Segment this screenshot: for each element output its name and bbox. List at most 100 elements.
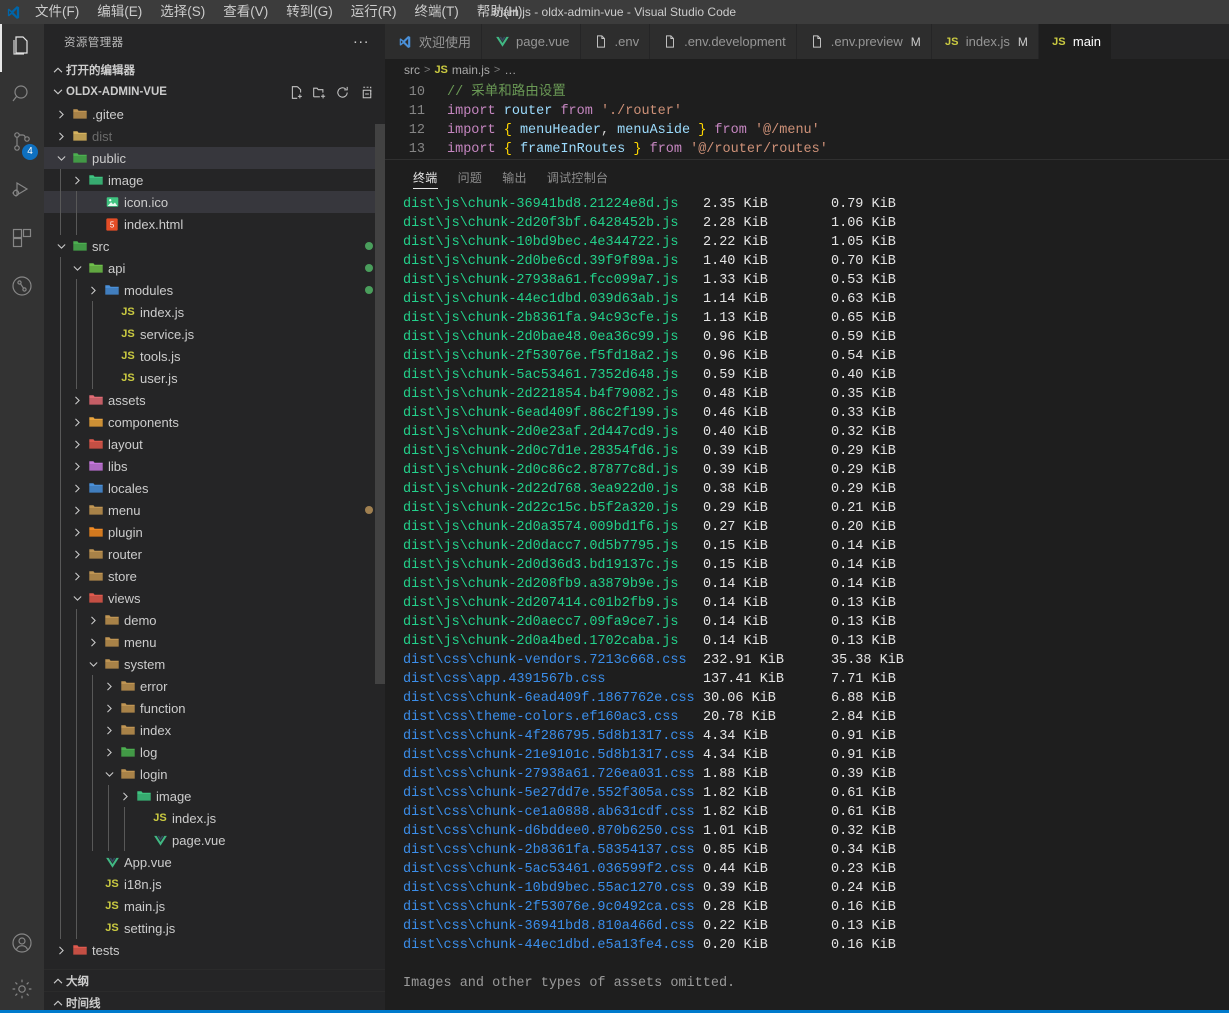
panel-tab-problems[interactable]: 问题 (448, 160, 493, 195)
indent-guide (92, 367, 93, 389)
sidebar-section-outline[interactable]: 大纲 (44, 969, 385, 991)
activity-source-control[interactable]: 4 (0, 120, 44, 168)
tree-item-plugin[interactable]: plugin (44, 521, 385, 543)
menu-view[interactable]: 查看(V) (214, 0, 277, 24)
tree-item-demo[interactable]: demo (44, 609, 385, 631)
menu-edit[interactable]: 编辑(E) (88, 0, 151, 24)
tree-item-public[interactable]: public (44, 147, 385, 169)
tree-item-image[interactable]: image (44, 169, 385, 191)
tree-item-label: menu (124, 634, 157, 650)
tree-item-error[interactable]: error (44, 675, 385, 697)
breadcrumb-ellipsis[interactable]: … (504, 63, 516, 77)
editor-tab-bar[interactable]: 欢迎使用 page.vue .env .env.development .env.pre… (385, 24, 1229, 59)
tree-item-menu[interactable]: menu (44, 631, 385, 653)
panel-tab-terminal[interactable]: 终端 (403, 160, 448, 195)
terminal-asset-row: dist\css\chunk-44ec1dbd.e5a13fe4.css 0.20… (403, 936, 1229, 955)
tab-env[interactable]: .env (580, 24, 651, 59)
tree-item-setting-js[interactable]: JS setting.js (44, 917, 385, 939)
tab-env-development[interactable]: .env.development (650, 24, 797, 59)
tree-item-index-js[interactable]: JS index.js (44, 807, 385, 829)
tree-item-views[interactable]: views (44, 587, 385, 609)
tree-item-app-vue[interactable]: App.vue (44, 851, 385, 873)
tab-page-vue[interactable]: page.vue (482, 24, 581, 59)
tree-item-login[interactable]: login (44, 763, 385, 785)
tree-item-log[interactable]: log (44, 741, 385, 763)
tree-item-locales[interactable]: locales (44, 477, 385, 499)
collapse-all-icon[interactable] (355, 82, 375, 102)
menu-file[interactable]: 文件(F) (26, 0, 88, 24)
activity-settings[interactable] (0, 969, 44, 1013)
menu-terminal[interactable]: 终端(T) (406, 0, 468, 24)
terminal-asset-row: dist\css\chunk-vendors.7213c668.css 232.9… (403, 651, 1229, 670)
indent-guide (76, 653, 77, 675)
menu-selection[interactable]: 选择(S) (151, 0, 214, 24)
tree-item-layout[interactable]: layout (44, 433, 385, 455)
tree-item-service-js[interactable]: JS service.js (44, 323, 385, 345)
activity-account[interactable] (0, 921, 44, 969)
tree-item-i18n-js[interactable]: JS i18n.js (44, 873, 385, 895)
tree-item-components[interactable]: components (44, 411, 385, 433)
tree-item-menu[interactable]: menu (44, 499, 385, 521)
tree-item-index-html[interactable]: 5 index.html (44, 213, 385, 235)
tree-item-assets[interactable]: assets (44, 389, 385, 411)
code-line: 11 import router from './router' (385, 102, 1229, 121)
indent-guide (60, 499, 61, 521)
folder-icon (86, 568, 106, 584)
new-folder-icon[interactable] (309, 82, 329, 102)
menu-help[interactable]: 帮助(H) (468, 0, 532, 24)
tree-item-main-js[interactable]: JS main.js (44, 895, 385, 917)
tree-item-index[interactable]: index (44, 719, 385, 741)
indent-guide (92, 301, 93, 323)
panel-tab-debug-console[interactable]: 调试控制台 (537, 160, 619, 195)
tree-item-page-vue[interactable]: page.vue (44, 829, 385, 851)
tree-item-libs[interactable]: libs (44, 455, 385, 477)
asset-file-path: dist\js\chunk-2d0c86c2.87877c8d.js (403, 463, 679, 478)
activity-run-debug[interactable] (0, 168, 44, 216)
breadcrumb[interactable]: src > JS main.js > … (385, 59, 1229, 81)
tree-item-api[interactable]: api (44, 257, 385, 279)
tab-main-js[interactable]: JS main (1038, 24, 1113, 59)
activity-gitlens[interactable] (0, 264, 44, 312)
tree-item-store[interactable]: store (44, 565, 385, 587)
tab-index-js[interactable]: JS index.js M (931, 24, 1039, 59)
menu-go[interactable]: 转到(G) (277, 0, 342, 24)
breadcrumb-file[interactable]: main.js (452, 63, 490, 77)
tree-item-label: plugin (108, 524, 143, 540)
tree-item-modules[interactable]: modules (44, 279, 385, 301)
menu-run[interactable]: 运行(R) (342, 0, 406, 24)
tree-item-user-js[interactable]: JS user.js (44, 367, 385, 389)
tree-item-tools-js[interactable]: JS tools.js (44, 345, 385, 367)
code-editor[interactable]: 10 // 采单和路由设置 11 import router from './rout… (385, 81, 1229, 159)
new-file-icon[interactable] (286, 82, 306, 102)
chevron-right-icon (68, 548, 86, 561)
activity-extensions[interactable] (0, 216, 44, 264)
tree-item-router[interactable]: router (44, 543, 385, 565)
panel-tab-bar[interactable]: 终端 问题 输出 调试控制台 (385, 160, 1229, 195)
sidebar-section-open-editors[interactable]: 打开的编辑器 (44, 59, 385, 81)
explorer-root-header[interactable]: OLDX-ADMIN-VUE (44, 81, 385, 103)
tree-item-src[interactable]: src (44, 235, 385, 257)
tree-item-icon-ico[interactable]: icon.ico (44, 191, 385, 213)
breadcrumb-src[interactable]: src (404, 63, 420, 77)
activity-search[interactable] (0, 72, 44, 120)
tree-item-label: i18n.js (124, 876, 162, 892)
indent-guide (92, 763, 93, 785)
svg-text:5: 5 (110, 220, 115, 229)
asset-gzip-size: 0.91 KiB (831, 729, 896, 744)
tree-item-system[interactable]: system (44, 653, 385, 675)
refresh-icon[interactable] (332, 82, 352, 102)
activity-explorer[interactable] (0, 24, 44, 72)
tree-item-tests[interactable]: tests (44, 939, 385, 961)
sidebar-more-actions-button[interactable]: ··· (353, 33, 377, 50)
tree-item-image[interactable]: image (44, 785, 385, 807)
sidebar-scrollbar[interactable] (375, 124, 385, 684)
tab-env-preview[interactable]: .env.preview M (796, 24, 932, 59)
tree-item-index-js[interactable]: JS index.js (44, 301, 385, 323)
tree-item-function[interactable]: function (44, 697, 385, 719)
file-tree[interactable]: .gitee dist public image icon.ico 5 index.html… (44, 103, 385, 969)
tab-welcome[interactable]: 欢迎使用 (385, 24, 483, 59)
terminal-output[interactable]: dist\js\chunk-36941bd8.21224e8d.js 2.35 K… (385, 195, 1229, 1013)
panel-tab-output[interactable]: 输出 (492, 160, 537, 195)
tree-item-dist[interactable]: dist (44, 125, 385, 147)
tree-item--gitee[interactable]: .gitee (44, 103, 385, 125)
